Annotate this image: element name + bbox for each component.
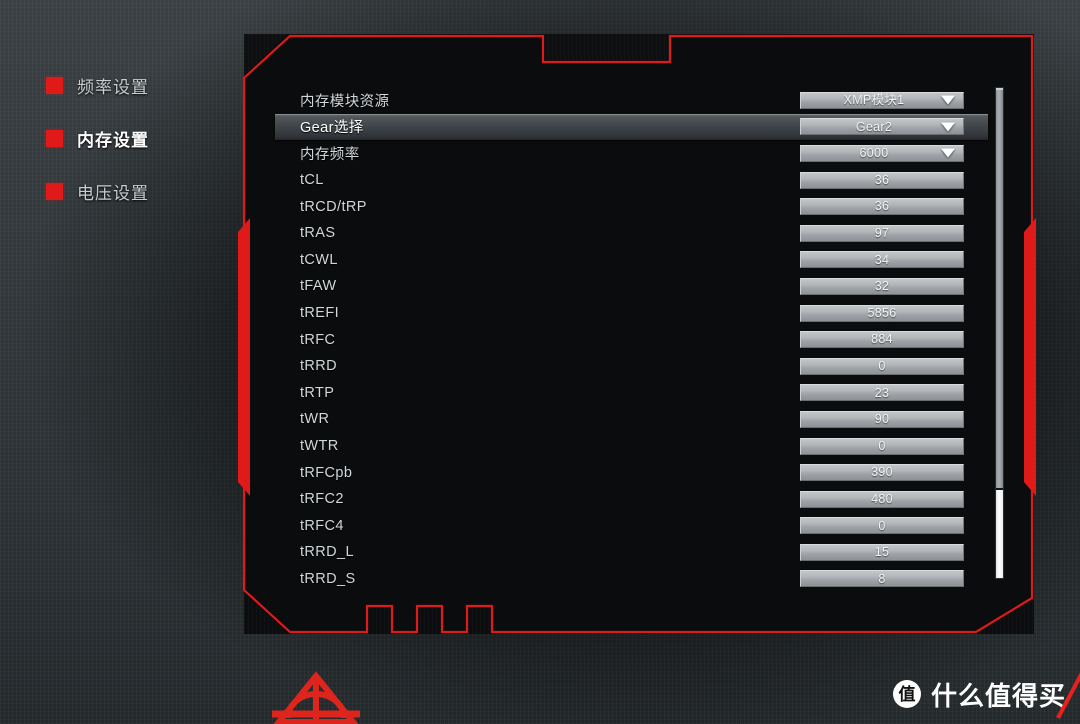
field-twtr[interactable]: 0: [800, 437, 964, 455]
row-tcl[interactable]: tCL 36: [275, 167, 988, 194]
row-trrd[interactable]: tRRD 0: [275, 353, 988, 380]
row-label: tRFCpb: [300, 464, 353, 481]
chevron-down-icon: [941, 148, 955, 158]
field-value: 0: [878, 518, 886, 533]
field-tras[interactable]: 97: [800, 224, 964, 242]
field-trfc4[interactable]: 0: [800, 517, 964, 535]
field-twr[interactable]: 90: [800, 410, 964, 428]
red-triangle-emblem-icon: [272, 671, 360, 724]
scrollbar-lower-segment[interactable]: [996, 490, 1003, 578]
field-tcwl[interactable]: 34: [800, 251, 964, 269]
field-tfaw[interactable]: 32: [800, 277, 964, 295]
dropdown-memory-module-resource[interactable]: XMP模块1: [800, 91, 964, 109]
watermark: 值 什么值得买: [892, 665, 1080, 719]
row-trfcpb[interactable]: tRFCpb 390: [275, 459, 988, 486]
row-trrd-l[interactable]: tRRD_L 15: [275, 539, 988, 566]
row-label: tREFI: [300, 305, 340, 322]
sidebar-item-memory[interactable]: 内存设置: [46, 121, 226, 155]
watermark-text: 什么值得买: [930, 680, 1066, 711]
row-trfc4[interactable]: tRFC4 0: [275, 513, 988, 540]
field-value: 884: [871, 332, 893, 347]
field-value: 36: [874, 172, 890, 187]
sidebar-item-label: 内存设置: [77, 130, 149, 150]
row-label: tRRD: [300, 358, 338, 375]
field-value: 8: [878, 571, 886, 586]
dropdown-gear-selection[interactable]: Gear2: [800, 118, 964, 136]
field-value: 23: [874, 385, 890, 400]
dropdown-value: XMP模块1: [843, 93, 905, 108]
sidebar-item-label: 电压设置: [77, 183, 149, 203]
row-label: tCWL: [300, 251, 338, 268]
field-trfc[interactable]: 884: [800, 331, 964, 349]
red-square-bullet-icon: [46, 76, 63, 94]
chevron-down-icon: [941, 122, 955, 132]
field-trrd-s[interactable]: 8: [800, 570, 964, 588]
row-label: tRFC: [300, 331, 336, 348]
row-label: tRFC2: [300, 491, 344, 508]
field-value: 90: [874, 412, 890, 427]
sidebar-item-frequency[interactable]: 频率设置: [46, 68, 226, 102]
dropdown-value: Gear2: [855, 119, 893, 134]
scrollbar-thumb[interactable]: [996, 88, 1003, 488]
row-twtr[interactable]: tWTR 0: [275, 433, 988, 460]
field-value: 0: [878, 358, 886, 373]
field-trfcpb[interactable]: 390: [800, 464, 964, 482]
sidebar: 频率设置 内存设置 电压设置: [46, 68, 226, 227]
field-value: 34: [874, 252, 890, 267]
scrollbar-track[interactable]: [995, 87, 1004, 579]
row-memory-module-resource[interactable]: 内存模块资源 XMP模块1: [275, 87, 988, 114]
watermark-badge-icon: 值: [892, 680, 921, 708]
field-trtp[interactable]: 23: [800, 384, 964, 402]
row-label: Gear选择: [300, 120, 364, 137]
row-gear-selection[interactable]: Gear选择 Gear2: [275, 113, 988, 141]
sidebar-item-voltage[interactable]: 电压设置: [46, 174, 226, 208]
settings-rows: 内存模块资源 XMP模块1 Gear选择 Gear2 内存频率 6000 tCL: [275, 87, 988, 592]
row-label: 内存模块资源: [300, 93, 390, 110]
row-trfc2[interactable]: tRFC2 480: [275, 486, 988, 513]
row-label: tWR: [300, 411, 330, 428]
field-trefi[interactable]: 5856: [800, 304, 964, 322]
field-trfc2[interactable]: 480: [800, 490, 964, 508]
row-trcd-trp[interactable]: tRCD/tRP 36: [275, 193, 988, 220]
field-value: 32: [874, 279, 890, 294]
row-label: tCL: [300, 172, 324, 189]
row-label: tRRD_S: [300, 570, 356, 587]
field-trrd[interactable]: 0: [800, 357, 964, 375]
field-value: 97: [874, 226, 890, 241]
row-trtp[interactable]: tRTP 23: [275, 380, 988, 407]
row-label: tRRD_L: [300, 544, 354, 561]
field-trrd-l[interactable]: 15: [800, 543, 964, 561]
field-trcd-trp[interactable]: 36: [800, 198, 964, 216]
field-value: 5856: [867, 305, 897, 320]
row-label: tWTR: [300, 438, 339, 455]
field-value: 480: [871, 491, 893, 506]
row-label: tRCD/tRP: [300, 198, 367, 215]
red-square-bullet-icon: [46, 182, 63, 200]
row-tfaw[interactable]: tFAW 32: [275, 273, 988, 300]
row-memory-frequency[interactable]: 内存频率 6000: [275, 140, 988, 167]
row-trrd-s[interactable]: tRRD_S 8: [275, 566, 988, 593]
sidebar-item-label: 频率设置: [77, 77, 149, 97]
field-value: 390: [871, 465, 893, 480]
row-twr[interactable]: tWR 90: [275, 406, 988, 433]
field-value: 0: [878, 438, 886, 453]
chevron-down-icon: [941, 95, 955, 105]
field-value: 15: [874, 545, 890, 560]
row-trefi[interactable]: tREFI 5856: [275, 300, 988, 327]
red-square-bullet-icon: [46, 129, 63, 147]
row-tcwl[interactable]: tCWL 34: [275, 247, 988, 274]
row-label: tRAS: [300, 225, 336, 242]
row-trfc[interactable]: tRFC 884: [275, 326, 988, 353]
field-value: 36: [874, 199, 890, 214]
bios-screen: 频率设置 内存设置 电压设置 内存模块资源 XMP模块1 Gear选择 Gear…: [0, 0, 1080, 724]
row-label: tRFC4: [300, 517, 344, 534]
dropdown-memory-frequency[interactable]: 6000: [800, 144, 964, 162]
dropdown-value: 6000: [859, 146, 889, 161]
field-tcl[interactable]: 36: [800, 171, 964, 189]
row-label: 内存频率: [300, 146, 360, 163]
row-tras[interactable]: tRAS 97: [275, 220, 988, 247]
row-label: tRTP: [300, 384, 335, 401]
row-label: tFAW: [300, 278, 337, 295]
